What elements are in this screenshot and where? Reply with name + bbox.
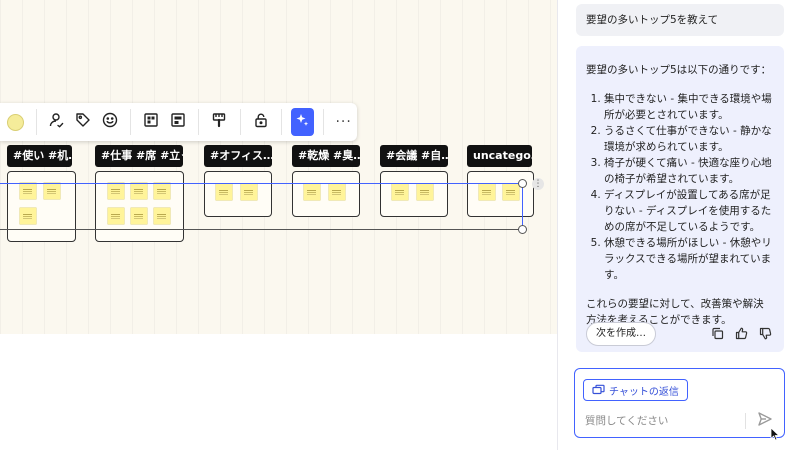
sticky-note[interactable] <box>131 183 147 199</box>
toolbar-divider <box>130 109 132 135</box>
assistant-message: 要望の多いトップ5は以下の通りです： 集中できない - 集中できる環境や場所が必… <box>576 46 784 352</box>
selection-border <box>0 183 522 184</box>
thumbs-up-icon <box>735 325 748 344</box>
list-item: 椅子が硬くて痛い - 快適な座り心地の椅子が希望されています。 <box>604 155 774 187</box>
cluster-label[interactable]: #使い #机… <box>7 145 72 167</box>
user-message: 要望の多いトップ5を教えて <box>576 4 784 36</box>
cluster-label[interactable]: #仕事 #席 #立っ <box>95 145 183 167</box>
toolbar-divider <box>239 109 241 135</box>
drag-handle-icon[interactable]: ⋮ <box>532 178 544 190</box>
color-picker-button[interactable] <box>4 108 27 136</box>
sticky-note[interactable] <box>417 184 433 200</box>
cluster-frame[interactable] <box>95 171 184 242</box>
toolbar-divider <box>198 109 200 135</box>
align-icon <box>170 112 186 132</box>
tag-icon <box>75 112 91 132</box>
cluster-label[interactable]: #オフィス… <box>204 145 272 167</box>
sticky-note[interactable] <box>154 208 170 224</box>
ai-sparkle-icon <box>294 112 310 132</box>
input-divider <box>745 413 746 429</box>
cluster-frame[interactable] <box>7 171 76 242</box>
sticky-note[interactable] <box>392 184 408 200</box>
cluster-frame[interactable] <box>467 171 534 217</box>
reaction-button[interactable] <box>99 108 122 136</box>
thumbs-down-icon <box>759 325 772 344</box>
chat-input-area: チャットの返信 <box>574 368 785 441</box>
list-item: うるさくて仕事ができない - 静かな環境が求められています。 <box>604 123 774 155</box>
list-item: 休憩できる場所がほしい - 休憩やリラックスできる場所が望まれています。 <box>604 235 774 283</box>
color-swatch <box>6 113 24 131</box>
lock-icon <box>253 112 269 132</box>
chat-reply-label: チャットの返信 <box>609 386 679 398</box>
create-next-button[interactable]: 次を作成… <box>586 322 656 346</box>
sticky-note[interactable] <box>216 184 232 200</box>
toolbar-divider <box>35 109 37 135</box>
sticky-note[interactable] <box>108 208 124 224</box>
sticky-note[interactable] <box>503 184 519 200</box>
sticky-note[interactable] <box>479 184 495 200</box>
chat-question-input[interactable] <box>585 413 735 429</box>
ai-chat-panel: 要望の多いトップ5を教えて 要望の多いトップ5は以下の通りです： 集中できない … <box>557 0 800 450</box>
toolbar-divider <box>322 109 324 135</box>
chat-reply-icon <box>592 384 605 396</box>
format-paint-icon <box>211 112 227 132</box>
resize-handle[interactable] <box>518 225 527 234</box>
message-actions: 次を作成… <box>586 322 774 346</box>
cluster-label[interactable]: #会議 #自… <box>380 145 448 167</box>
format-paint-button[interactable] <box>208 108 231 136</box>
sticky-note[interactable] <box>329 184 345 200</box>
list-item: 集中できない - 集中できる環境や場所が必要とされています。 <box>604 91 774 123</box>
copy-button[interactable] <box>708 325 726 343</box>
cluster-label[interactable]: #乾燥 #臭… <box>292 145 360 167</box>
grid-layout-button[interactable] <box>140 108 163 136</box>
more-icon: ··· <box>335 114 352 130</box>
assistant-intro: 要望の多いトップ5は以下の通りです： <box>586 64 772 76</box>
sticky-note[interactable] <box>108 183 124 199</box>
sticky-note[interactable] <box>44 183 60 199</box>
selection-border <box>0 229 522 230</box>
toolbar-divider <box>281 109 282 135</box>
cluster-frame[interactable] <box>204 171 272 217</box>
thumbs-down-button[interactable] <box>756 325 774 343</box>
selection-border <box>522 183 523 229</box>
sticky-note[interactable] <box>131 208 147 224</box>
mouse-cursor-icon <box>770 426 780 445</box>
cluster-frame[interactable] <box>292 171 360 217</box>
assistant-list: 集中できない - 集中できる環境や場所が必要とされています。 うるさくて仕事がで… <box>586 91 774 283</box>
sticky-note[interactable] <box>154 183 170 199</box>
whiteboard-canvas[interactable]: ··· #使い #机… #仕事 #席 #立っ #オフィス… #乾燥 #臭… #会… <box>0 0 557 450</box>
sticky-note[interactable] <box>20 183 36 199</box>
thumbs-up-button[interactable] <box>732 325 750 343</box>
tag-button[interactable] <box>72 108 95 136</box>
canvas-empty-area <box>0 334 557 450</box>
resize-handle[interactable] <box>518 179 527 188</box>
selection-toolbar: ··· <box>0 103 357 141</box>
cluster-label[interactable]: uncatego… <box>467 145 532 167</box>
lock-button[interactable] <box>250 108 273 136</box>
cluster-frame[interactable] <box>380 171 448 217</box>
sticky-note[interactable] <box>241 184 257 200</box>
emoji-icon <box>102 112 118 132</box>
more-options-button[interactable]: ··· <box>332 108 355 136</box>
assign-button[interactable] <box>45 108 68 136</box>
grid-layout-icon <box>143 112 159 132</box>
copy-icon <box>711 325 724 344</box>
assign-user-icon <box>49 112 65 132</box>
sticky-note[interactable] <box>304 184 320 200</box>
chat-reply-chip[interactable]: チャットの返信 <box>583 379 688 401</box>
sticky-note[interactable] <box>20 208 36 224</box>
canvas-background <box>0 0 557 334</box>
ai-assist-button[interactable] <box>290 108 314 136</box>
list-item: ディスプレイが設置してある席が足りない - ディスプレイを使用するための席が不足… <box>604 187 774 235</box>
align-button[interactable] <box>167 108 190 136</box>
